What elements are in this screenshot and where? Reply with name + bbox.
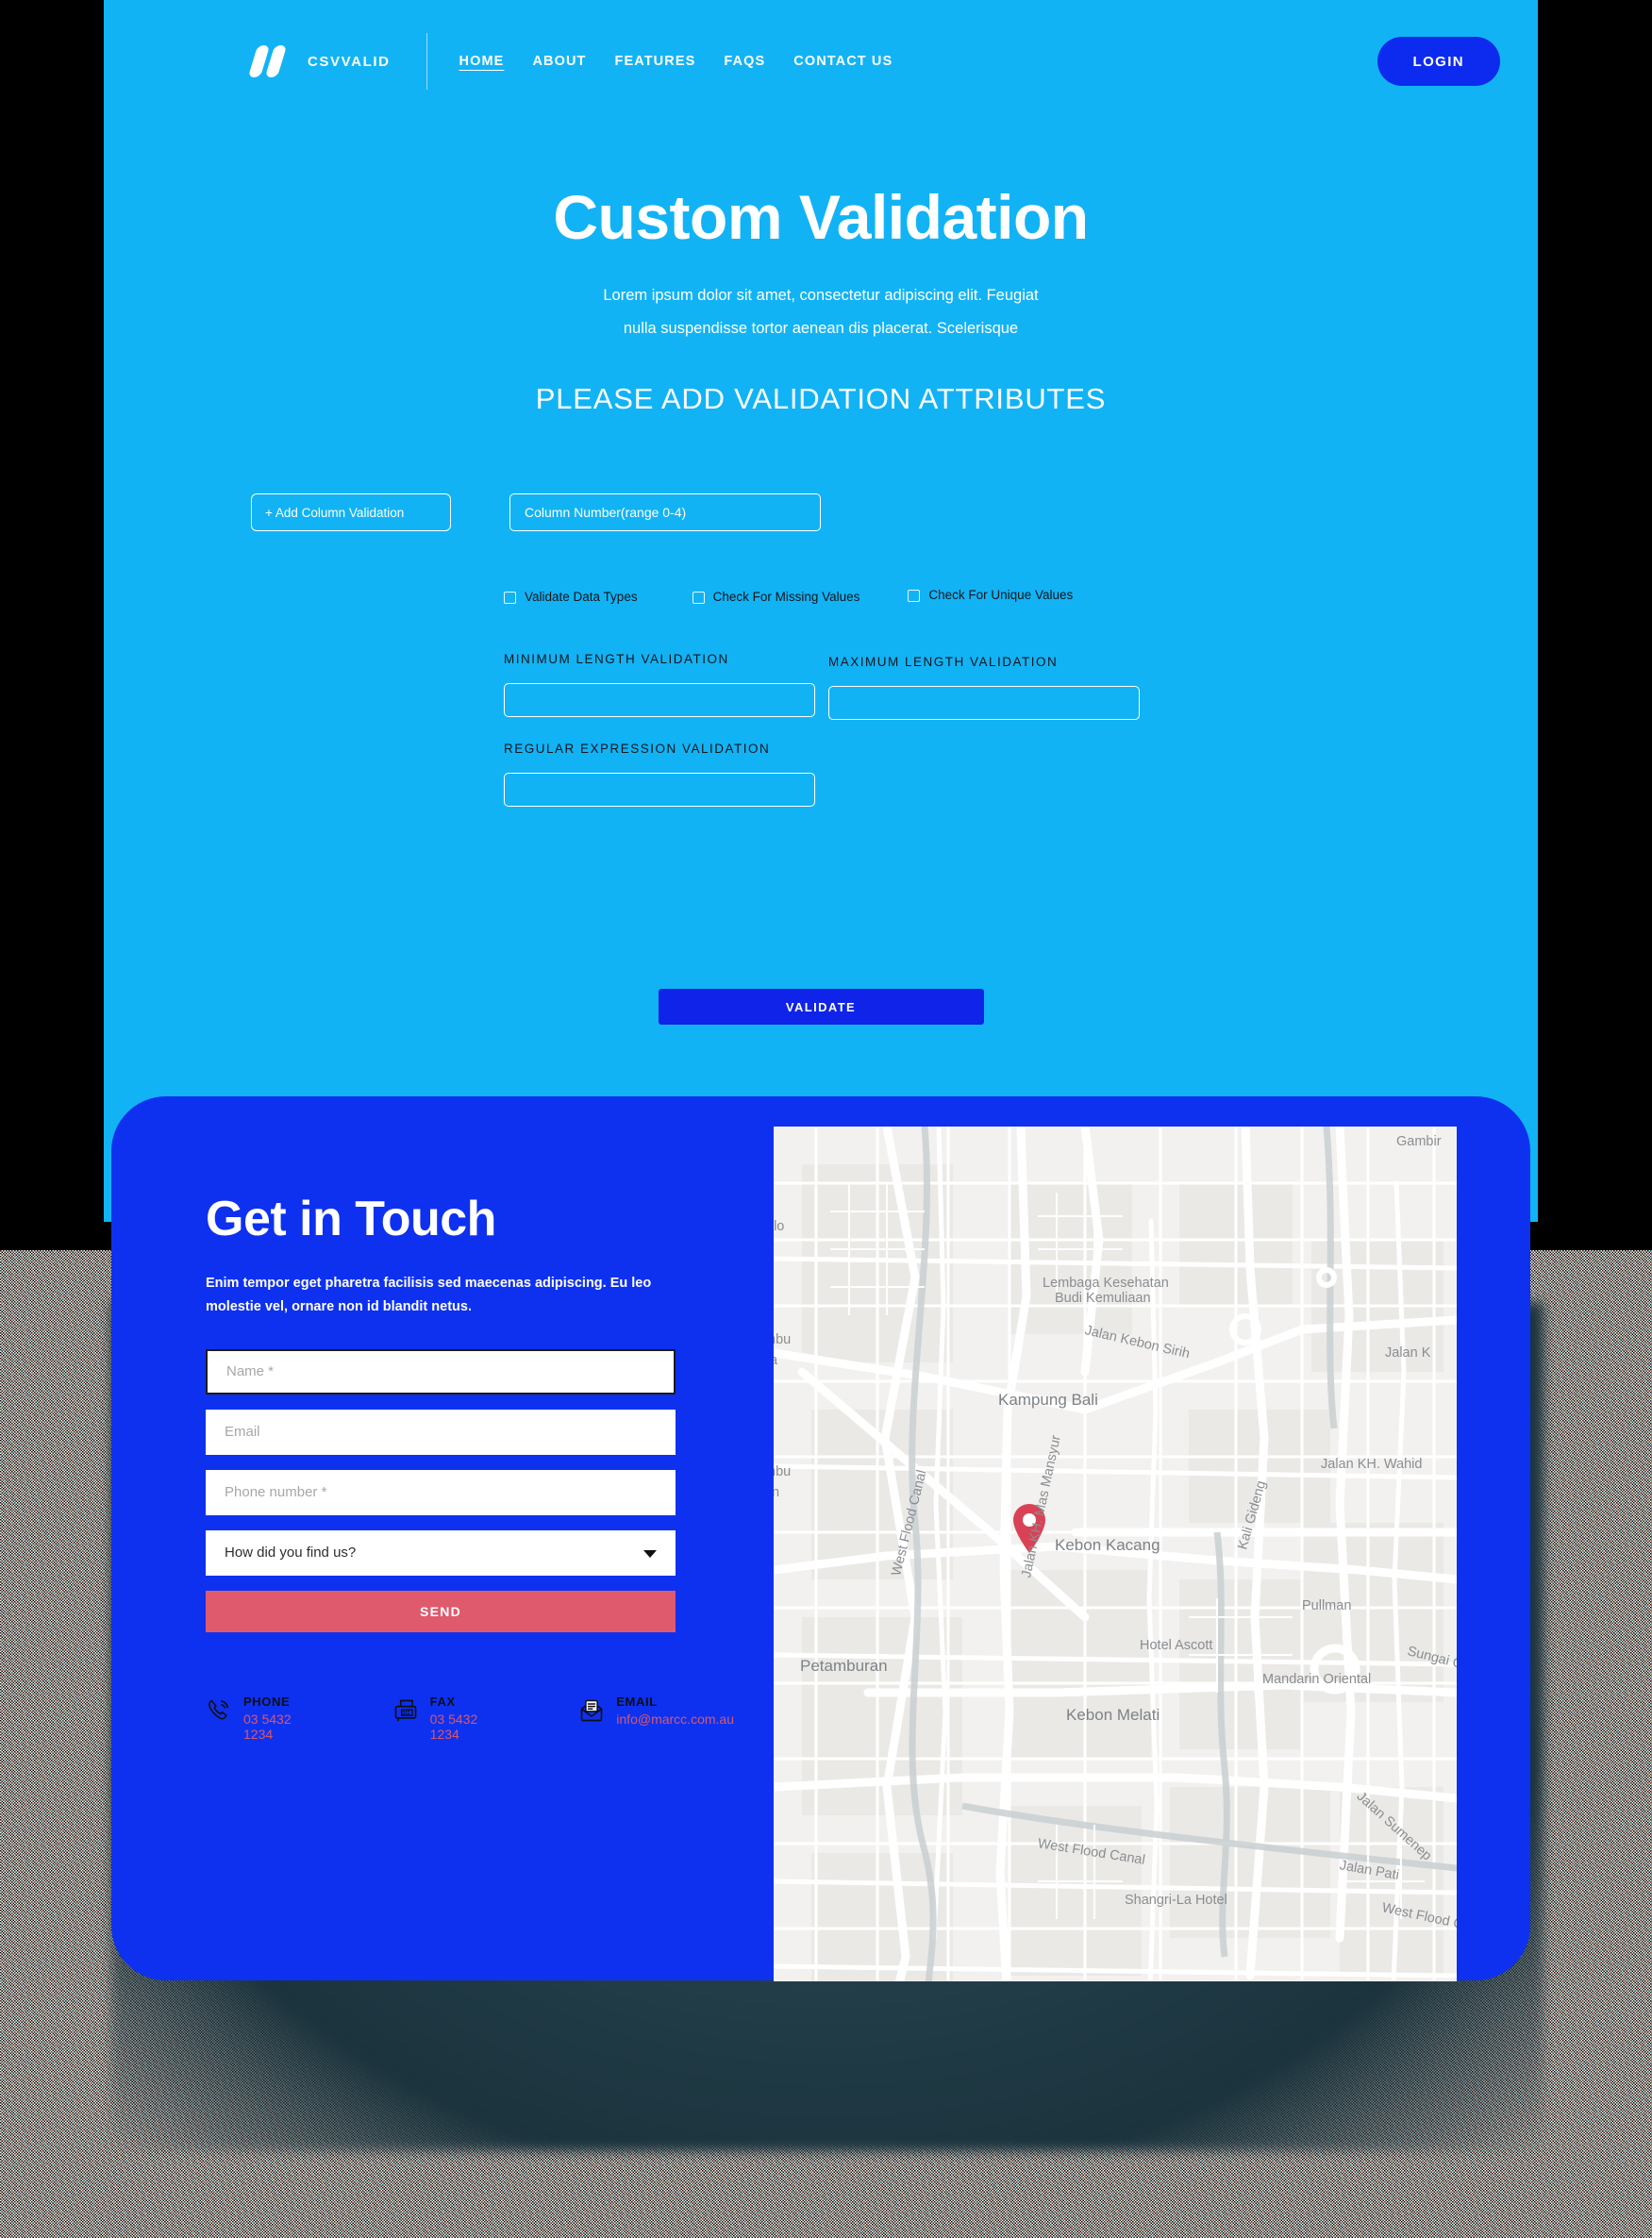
nav-link-home[interactable]: HOME bbox=[459, 54, 505, 69]
contact-info-fax-value[interactable]: 03 5432 1234 bbox=[430, 1712, 487, 1742]
login-button[interactable]: LOGIN bbox=[1377, 37, 1500, 86]
contact-info-phone[interactable]: PHONE 03 5432 1234 bbox=[206, 1695, 300, 1742]
logo-and-brand[interactable]: CSVVALID bbox=[247, 45, 391, 77]
map-label: Hotel Ascott bbox=[1140, 1638, 1213, 1653]
contact-info-fax-label: FAX bbox=[429, 1694, 456, 1709]
checkbox-check-unique-values[interactable]: Check For Unique Values bbox=[908, 588, 1073, 603]
contact-name-input[interactable] bbox=[206, 1348, 676, 1395]
regular-expression-input[interactable] bbox=[504, 773, 815, 808]
contact-info-row: PHONE 03 5432 1234 FAX 03 5432 1234 EMAI… bbox=[206, 1695, 734, 1742]
field-group-minimum-length: MINIMUM LENGTH VALIDATION bbox=[504, 652, 815, 718]
contact-email-input[interactable] bbox=[206, 1409, 676, 1455]
map-label: Budi Kemuliaan bbox=[1055, 1291, 1151, 1306]
brand-name: CSVVALID bbox=[308, 53, 391, 70]
map-label: Pullman bbox=[1302, 1598, 1352, 1613]
fax-icon bbox=[394, 1699, 416, 1722]
contact-section: Get in Touch Enim tempor eget pharetra f… bbox=[111, 1096, 1530, 1981]
hero-subtitle-line2: nulla suspendisse tortor aenean dis plac… bbox=[623, 319, 1019, 337]
validation-form: + Add Column Validation Validate Data Ty… bbox=[104, 493, 1538, 1026]
nav-divider bbox=[426, 33, 427, 90]
maximum-length-input[interactable] bbox=[828, 686, 1140, 721]
csvvalid-logo-icon bbox=[247, 45, 288, 77]
map-label: Kebon Kacang bbox=[1055, 1536, 1160, 1554]
contact-info-email-label: EMAIL bbox=[616, 1694, 658, 1709]
nav-link-contact-us[interactable]: CONTACT US bbox=[793, 54, 893, 69]
map-label: Kampung Bali bbox=[998, 1391, 1098, 1409]
page-title: Custom Validation bbox=[553, 182, 1089, 252]
contact-description: Enim tempor eget pharetra facilisis sed … bbox=[206, 1276, 652, 1314]
location-map[interactable]: Gambir ulo Lembaga KesehatanBudi Kemuliaan… bbox=[774, 1127, 1457, 1981]
hero-subtitle-line1: Lorem ipsum dolor sit amet, consectetur … bbox=[603, 287, 1039, 304]
contact-info-email[interactable]: EMAIL info@marcc.com.au bbox=[578, 1695, 734, 1742]
checkbox-box-check-missing-values[interactable] bbox=[692, 592, 705, 605]
checkbox-label-check-unique-values[interactable]: Check For Unique Values bbox=[928, 588, 1073, 602]
map-label: Kebon Melati bbox=[1066, 1706, 1160, 1724]
map-label: Jalan K bbox=[1385, 1345, 1431, 1361]
map-label: mbu bbox=[774, 1464, 792, 1479]
contact-info-fax[interactable]: FAX 03 5432 1234 bbox=[392, 1695, 487, 1742]
map-label: Petamburan bbox=[800, 1657, 888, 1675]
contact-title: Get in Touch bbox=[206, 1192, 496, 1246]
hero-subtitle: Lorem ipsum dolor sit amet, consectetur … bbox=[104, 279, 1538, 344]
nav-links: HOME ABOUT FEATURES FAQS CONTACT US bbox=[459, 54, 893, 69]
minimum-length-input[interactable] bbox=[504, 683, 815, 718]
checkbox-box-validate-data-types[interactable] bbox=[504, 592, 516, 605]
column-number-input[interactable] bbox=[509, 493, 821, 532]
hero-section: CSVVALID HOME ABOUT FEATURES FAQS CONTAC… bbox=[104, 0, 1538, 1222]
map-label: Gambir bbox=[1396, 1134, 1442, 1149]
nav-link-about[interactable]: ABOUT bbox=[532, 54, 586, 69]
checkbox-label-validate-data-types[interactable]: Validate Data Types bbox=[525, 590, 638, 604]
contact-left-column: Get in Touch Enim tempor eget pharetra f… bbox=[206, 1191, 734, 1980]
validate-button[interactable]: VALIDATE bbox=[658, 989, 984, 1026]
top-navigation-bar: CSVVALID HOME ABOUT FEATURES FAQS CONTAC… bbox=[104, 0, 1538, 123]
browser-page: CSVVALID HOME ABOUT FEATURES FAQS CONTAC… bbox=[104, 0, 1538, 1981]
contact-form: How did you find us? SEND bbox=[206, 1348, 676, 1632]
nav-link-features[interactable]: FEATURES bbox=[615, 54, 696, 69]
contact-info-email-value[interactable]: info@marcc.com.au bbox=[616, 1712, 734, 1727]
contact-source-select-wrapper[interactable]: How did you find us? bbox=[206, 1529, 676, 1576]
checkbox-check-missing-values[interactable]: Check For Missing Values bbox=[692, 590, 860, 605]
nav-link-faqs[interactable]: FAQS bbox=[724, 54, 765, 69]
field-group-regular-expression: REGULAR EXPRESSION VALIDATION bbox=[504, 742, 815, 808]
contact-source-select[interactable]: How did you find us? bbox=[206, 1529, 676, 1576]
validation-checkbox-row: Validate Data Types Check For Missing Va… bbox=[251, 588, 1391, 605]
screenshot-stage: CSVVALID HOME ABOUT FEATURES FAQS CONTAC… bbox=[0, 0, 1652, 2238]
label-minimum-length-validation: MINIMUM LENGTH VALIDATION bbox=[504, 652, 729, 667]
map-label: n bbox=[774, 1485, 780, 1500]
map-label: ulo bbox=[774, 1219, 785, 1234]
contact-phone-input[interactable] bbox=[206, 1469, 676, 1515]
contact-info-phone-value[interactable]: 03 5432 1234 bbox=[243, 1712, 300, 1742]
validate-button-row: VALIDATE bbox=[251, 989, 1391, 1026]
checkbox-validate-data-types[interactable]: Validate Data Types bbox=[504, 590, 638, 605]
contact-info-phone-label: PHONE bbox=[243, 1694, 291, 1709]
map-label: Shangri-La Hotel bbox=[1125, 1893, 1227, 1908]
field-group-maximum-length: MAXIMUM LENGTH VALIDATION bbox=[828, 655, 1140, 721]
email-icon bbox=[580, 1699, 603, 1722]
checkbox-box-check-unique-values[interactable] bbox=[908, 590, 921, 603]
label-maximum-length-validation: MAXIMUM LENGTH VALIDATION bbox=[828, 655, 1059, 670]
section-heading: PLEASE ADD VALIDATION ATTRIBUTES bbox=[535, 382, 1107, 416]
validation-form-row-1: + Add Column Validation bbox=[251, 493, 1391, 532]
map-label: mbu bbox=[774, 1332, 792, 1347]
send-button[interactable]: SEND bbox=[206, 1590, 676, 1632]
map-label: a bbox=[774, 1353, 778, 1368]
checkbox-label-check-missing-values[interactable]: Check For Missing Values bbox=[713, 590, 860, 604]
map-label: Lembaga Kesehatan bbox=[1043, 1276, 1169, 1291]
map-label: Jalan KH. Wahid bbox=[1321, 1457, 1423, 1472]
phone-icon bbox=[209, 1699, 229, 1720]
add-column-validation-button[interactable]: + Add Column Validation bbox=[251, 493, 451, 532]
map-label: Mandarin Oriental bbox=[1262, 1672, 1372, 1687]
label-regular-expression-validation: REGULAR EXPRESSION VALIDATION bbox=[504, 742, 771, 757]
